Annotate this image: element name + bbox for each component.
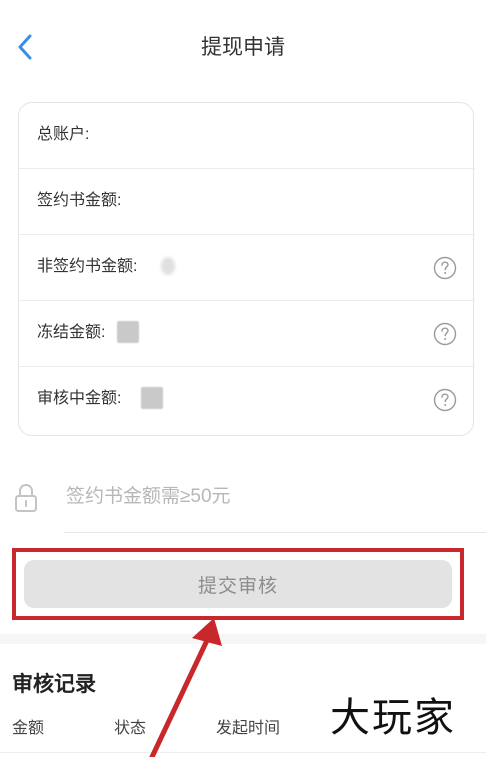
withdraw-amount-input[interactable] bbox=[64, 476, 486, 518]
under-review-amount-label: 审核中金额: bbox=[37, 390, 122, 407]
withdraw-amount-row bbox=[0, 468, 486, 532]
redacted-value bbox=[117, 321, 139, 343]
header-bar: 提现申请 bbox=[0, 0, 486, 87]
unsigned-book-amount-row: 非签约书金额: bbox=[19, 235, 475, 301]
unsigned-book-amount-label: 非签约书金额: bbox=[37, 258, 138, 275]
lock-icon bbox=[15, 483, 37, 512]
frozen-amount-row: 冻结金额: bbox=[19, 301, 475, 367]
under-review-amount-row: 审核中金额: bbox=[19, 367, 475, 433]
signed-book-amount-label: 签约书金额: bbox=[37, 192, 122, 209]
page-title: 提现申请 bbox=[201, 36, 285, 59]
question-circle-icon[interactable] bbox=[433, 322, 457, 346]
frozen-amount-label: 冻结金额: bbox=[37, 324, 106, 341]
total-account-row: 总账户: bbox=[19, 103, 475, 169]
question-circle-icon[interactable] bbox=[433, 388, 457, 412]
total-account-label: 总账户: bbox=[37, 126, 90, 143]
question-circle-icon[interactable] bbox=[433, 256, 457, 280]
section-divider bbox=[0, 634, 486, 644]
submit-review-button[interactable]: 提交审核 bbox=[24, 560, 452, 608]
redacted-value bbox=[141, 387, 163, 409]
watermark-logo: 大玩家 bbox=[330, 695, 456, 741]
input-underline bbox=[64, 532, 486, 533]
redacted-value bbox=[161, 257, 175, 275]
signed-book-amount-row: 签约书金额: bbox=[19, 169, 475, 235]
account-card: 总账户: 签约书金额: 非签约书金额: 冻结金额: 审核中金额: bbox=[18, 102, 475, 436]
highlight-box: 提交审核 bbox=[12, 548, 464, 620]
annotation-arrow bbox=[149, 618, 222, 757]
review-records-title: 审核记录 bbox=[12, 673, 96, 696]
divider bbox=[0, 752, 486, 753]
column-header-amount: 金额 bbox=[12, 720, 45, 737]
